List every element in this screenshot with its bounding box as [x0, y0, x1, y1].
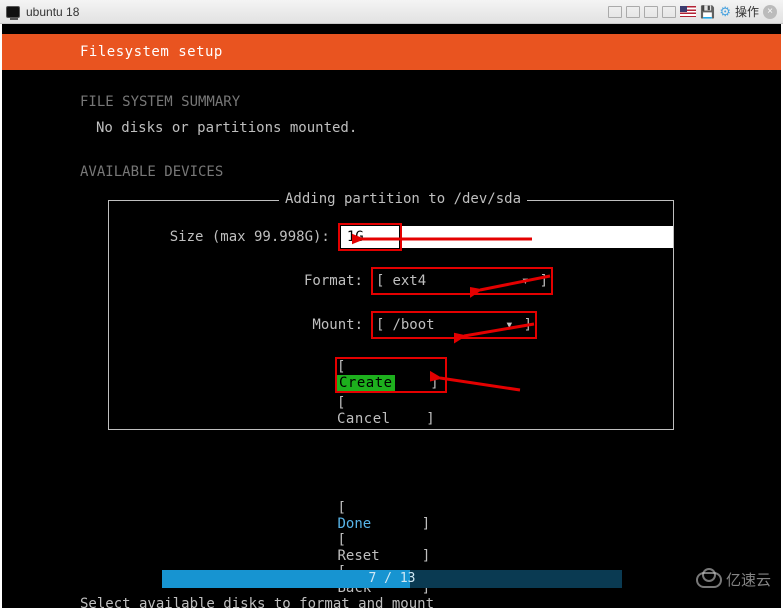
format-dropdown[interactable]: [ ext4 ▾ ] — [374, 270, 550, 292]
installer-title: Filesystem setup — [80, 44, 223, 60]
hint-text: Select available disks to format and mou… — [80, 596, 434, 612]
mount-label: Mount: — [109, 317, 371, 333]
vm-titlebar: ubuntu 18 💾 ⚙ 操作 × — [0, 0, 783, 24]
progress-bar: 7 / 13 — [162, 570, 622, 588]
window-control-icon-1[interactable] — [608, 6, 622, 18]
installer-screen: Filesystem setup FILE SYSTEM SUMMARY No … — [2, 24, 781, 608]
summary-body: No disks or partitions mounted. — [96, 120, 781, 136]
devices-heading: AVAILABLE DEVICES — [80, 164, 781, 180]
vm-title: ubuntu 18 — [26, 5, 79, 19]
mount-dropdown[interactable]: [ /boot ▾ ] — [374, 314, 534, 336]
summary-heading: FILE SYSTEM SUMMARY — [80, 94, 781, 110]
size-label: Size (max 99.998G): — [109, 229, 338, 245]
monitor-icon — [6, 6, 20, 18]
dialog-title: Adding partition to /dev/sda — [279, 191, 527, 207]
mount-value: /boot — [386, 317, 505, 333]
done-button[interactable]: [ Done______] — [338, 500, 446, 532]
size-input-extension[interactable] — [402, 226, 673, 248]
gear-icon[interactable]: ⚙ — [719, 4, 731, 20]
reset-button[interactable]: [ Reset_____] — [338, 532, 446, 564]
installer-header: Filesystem setup — [2, 34, 781, 70]
flag-icon[interactable] — [680, 6, 696, 17]
window-control-icon-3[interactable] — [644, 6, 658, 18]
disk-icon[interactable]: 💾 — [700, 5, 715, 19]
size-input[interactable] — [341, 226, 399, 248]
chevron-down-icon: ▾ — [521, 273, 537, 289]
chevron-down-icon: ▾ — [505, 317, 521, 333]
progress-text: 7 / 13 — [162, 570, 622, 588]
window-control-icon-4[interactable] — [662, 6, 676, 18]
format-value: ext4 — [386, 273, 521, 289]
watermark: 亿速云 — [696, 569, 771, 590]
cloud-icon — [696, 572, 722, 588]
format-label: Format: — [109, 273, 371, 289]
add-partition-dialog: Adding partition to /dev/sda Size (max 9… — [108, 200, 674, 430]
close-icon[interactable]: × — [763, 5, 777, 19]
create-button[interactable]: [ Create____] — [337, 359, 445, 391]
vm-action-label[interactable]: 操作 — [735, 3, 759, 20]
cancel-button[interactable]: [ Cancel____] — [337, 395, 445, 427]
window-control-icon-2[interactable] — [626, 6, 640, 18]
